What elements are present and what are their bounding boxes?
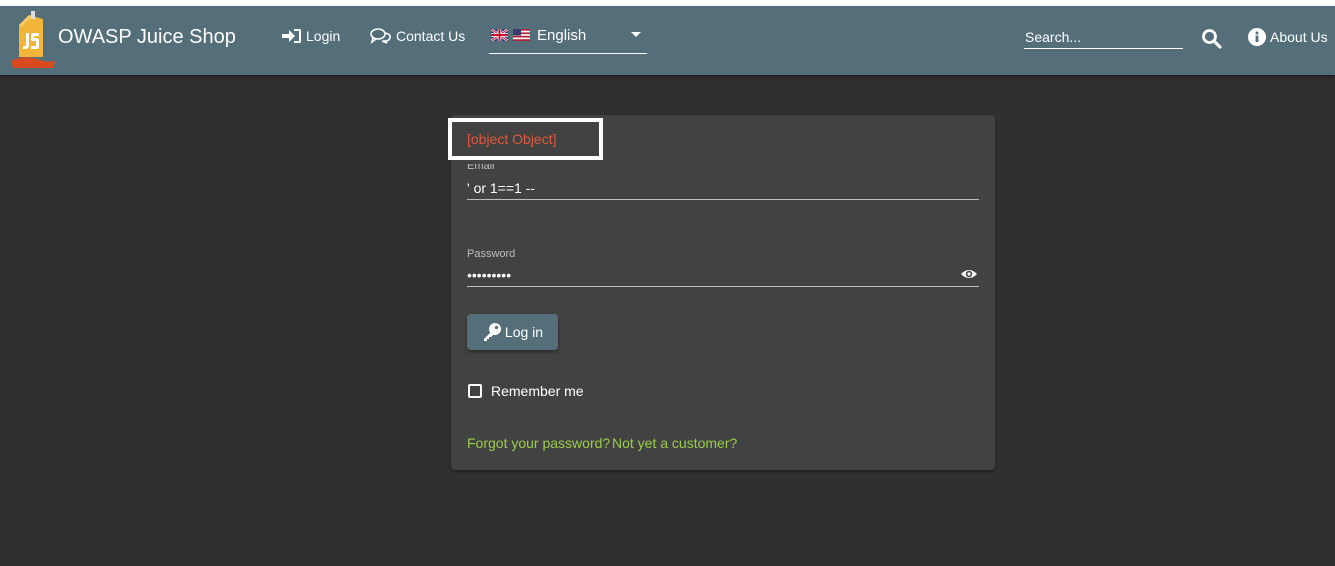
- forgot-password-link[interactable]: Forgot your password?: [467, 435, 610, 451]
- about-us-nav-button[interactable]: About Us: [1248, 28, 1328, 46]
- login-nav-label: Login: [306, 28, 341, 44]
- email-field[interactable]: [467, 176, 979, 200]
- register-link[interactable]: Not yet a customer?: [612, 435, 737, 451]
- password-label: Password: [467, 248, 516, 260]
- comments-icon: [370, 28, 391, 44]
- login-card: [451, 115, 995, 470]
- remember-me-label[interactable]: Remember me: [491, 383, 584, 399]
- navbar: OWASP Juice Shop Login Contact Us Englis…: [0, 6, 1335, 75]
- sign-in-icon: [282, 29, 301, 43]
- about-us-label: About Us: [1270, 29, 1328, 45]
- contact-us-nav-label: Contact Us: [396, 28, 466, 44]
- language-select-value: English: [537, 27, 587, 44]
- login-nav-button[interactable]: Login: [282, 28, 340, 44]
- login-error-message: [object Object]: [467, 131, 557, 147]
- chevron-down-icon: [631, 32, 641, 37]
- app-title[interactable]: OWASP Juice Shop: [58, 26, 236, 49]
- us-flag-icon: [513, 29, 530, 41]
- language-select[interactable]: English: [489, 24, 647, 54]
- juice-box-logo[interactable]: [9, 11, 57, 69]
- search-input[interactable]: [1024, 26, 1183, 49]
- login-button[interactable]: Log in: [467, 314, 558, 350]
- password-field[interactable]: [467, 263, 979, 287]
- eye-icon[interactable]: [960, 267, 978, 281]
- contact-us-nav-button[interactable]: Contact Us: [370, 28, 465, 44]
- login-button-label: Log in: [504, 324, 544, 340]
- remember-me-checkbox[interactable]: [468, 384, 482, 398]
- search-icon[interactable]: [1201, 28, 1222, 49]
- uk-flag-icon: [491, 29, 508, 41]
- key-icon: [483, 323, 501, 341]
- info-circle-icon: [1248, 28, 1266, 46]
